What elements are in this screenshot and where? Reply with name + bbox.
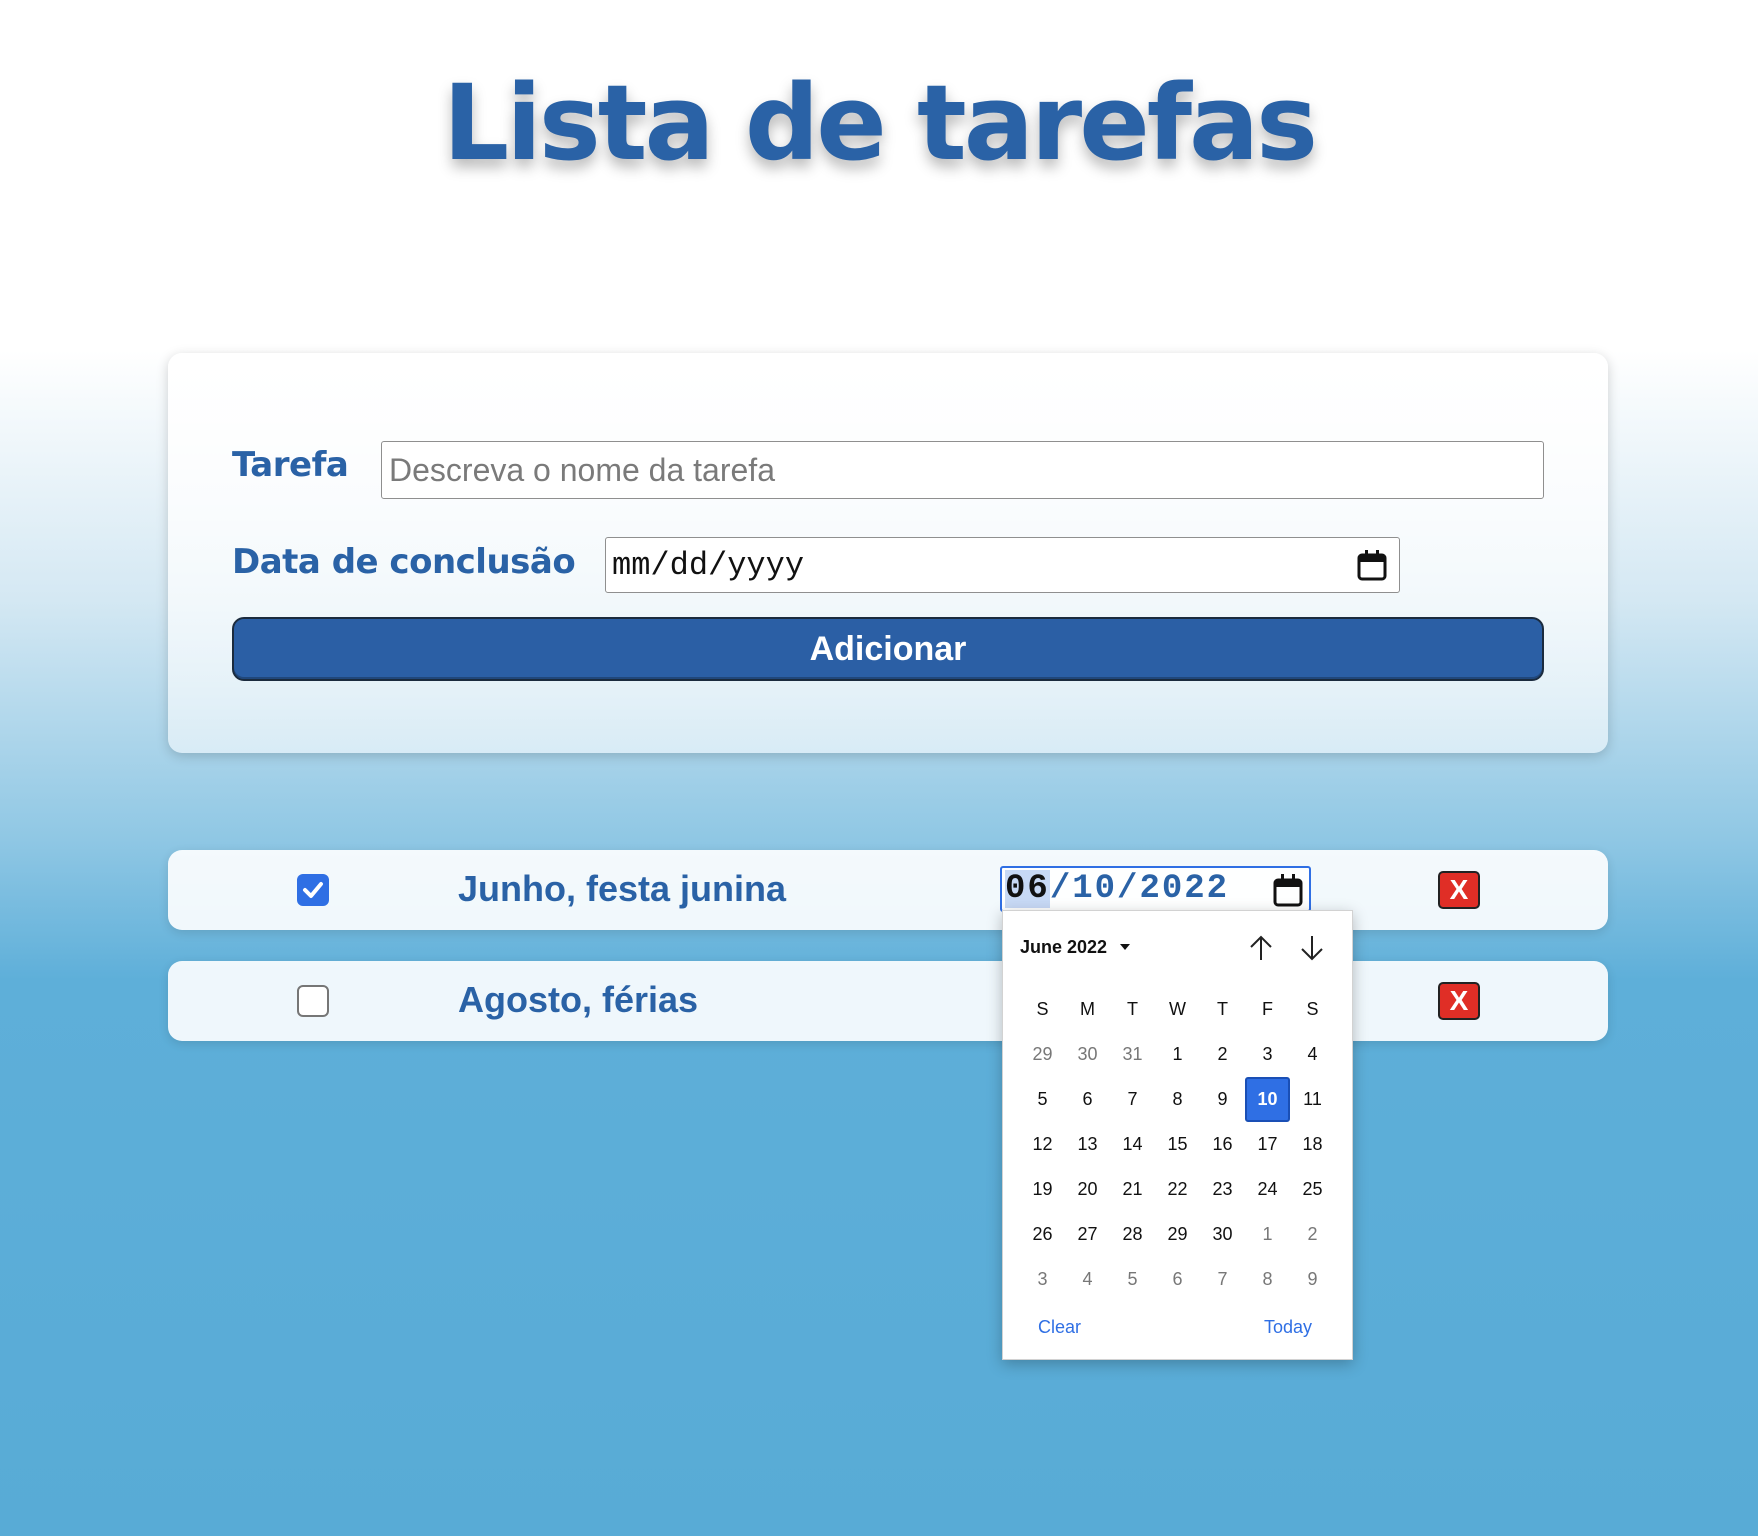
calendar-day-other-month[interactable]: 1 (1245, 1212, 1290, 1257)
calendar-icon[interactable] (1273, 873, 1303, 907)
calendar-day[interactable]: 2 (1200, 1032, 1245, 1077)
calendar-day[interactable]: 20 (1065, 1167, 1110, 1212)
calendar-day[interactable]: 8 (1155, 1077, 1200, 1122)
add-task-button[interactable]: Adicionar (232, 617, 1544, 681)
calendar-day[interactable]: 12 (1020, 1122, 1065, 1167)
calendar-day-other-month[interactable]: 9 (1290, 1257, 1335, 1302)
calendar-icon[interactable] (1357, 549, 1387, 581)
calendar-day[interactable]: 30 (1200, 1212, 1245, 1257)
calendar-day[interactable]: 19 (1020, 1167, 1065, 1212)
calendar-day[interactable]: 9 (1200, 1077, 1245, 1122)
calendar-day-other-month[interactable]: 2 (1290, 1212, 1335, 1257)
calendar-day[interactable]: 28 (1110, 1212, 1155, 1257)
check-icon (303, 882, 323, 898)
task-label: Tarefa (232, 445, 349, 485)
calendar-day-other-month[interactable]: 8 (1245, 1257, 1290, 1302)
calendar-day[interactable]: 7 (1110, 1077, 1155, 1122)
arrow-up-icon[interactable] (1246, 933, 1276, 963)
calendar-day[interactable]: 6 (1065, 1077, 1110, 1122)
weekday-header: T (1217, 999, 1228, 1019)
calendar-day[interactable]: 22 (1155, 1167, 1200, 1212)
calendar-day[interactable]: 1 (1155, 1032, 1200, 1077)
task-done-checkbox[interactable] (297, 874, 329, 906)
calendar-day[interactable]: 15 (1155, 1122, 1200, 1167)
calendar-day[interactable]: 23 (1200, 1167, 1245, 1212)
task-row: Agosto, férias X (168, 961, 1608, 1041)
calendar-day-other-month[interactable]: 7 (1200, 1257, 1245, 1302)
calendar-day[interactable]: 25 (1290, 1167, 1335, 1212)
weekday-header: W (1169, 999, 1186, 1019)
calendar-day-other-month[interactable]: 4 (1065, 1257, 1110, 1302)
delete-task-button[interactable]: X (1438, 982, 1480, 1020)
calendar-day[interactable]: 13 (1065, 1122, 1110, 1167)
date-day-segment[interactable]: 10 (1072, 870, 1117, 908)
task-date-input[interactable]: 06/10/2022 (1000, 866, 1311, 912)
weekday-header: S (1306, 999, 1319, 1019)
weekday-header: S (1036, 999, 1049, 1019)
calendar-day[interactable]: 4 (1290, 1032, 1335, 1077)
caret-down-icon[interactable] (1120, 944, 1130, 950)
date-label: Data de conclusão (232, 542, 576, 582)
task-name-input[interactable]: Descreva o nome da tarefa (381, 441, 1544, 499)
weekday-header: M (1080, 999, 1095, 1019)
calendar-day[interactable]: 16 (1200, 1122, 1245, 1167)
calendar-day[interactable]: 18 (1290, 1122, 1335, 1167)
calendar-day-other-month[interactable]: 29 (1020, 1032, 1065, 1077)
calendar-day-other-month[interactable]: 5 (1110, 1257, 1155, 1302)
page-title: Lista de tarefas (442, 62, 1318, 184)
calendar-day[interactable]: 26 (1020, 1212, 1065, 1257)
date-separator: / (1049, 870, 1073, 908)
task-done-checkbox[interactable] (297, 985, 329, 1017)
calendar-day[interactable]: 3 (1245, 1032, 1290, 1077)
clear-button[interactable]: Clear (1038, 1317, 1081, 1338)
calendar-day-other-month[interactable]: 31 (1110, 1032, 1155, 1077)
delete-task-button[interactable]: X (1438, 871, 1480, 909)
date-picker-popup: June 2022 S M T W T F S 29 30 31 1 2 3 4 5 6 7 8 9 10 11 12 13… (1002, 910, 1353, 1360)
calendar-day[interactable]: 21 (1110, 1167, 1155, 1212)
weekday-header: F (1262, 999, 1273, 1019)
calendar-day-selected[interactable]: 10 (1245, 1077, 1290, 1122)
calendar-day[interactable]: 29 (1155, 1212, 1200, 1257)
calendar-day[interactable]: 11 (1290, 1077, 1335, 1122)
date-input-placeholder: mm/dd/yyyy (612, 546, 805, 584)
calendar-day[interactable]: 17 (1245, 1122, 1290, 1167)
calendar-day[interactable]: 27 (1065, 1212, 1110, 1257)
today-button[interactable]: Today (1264, 1317, 1312, 1338)
calendar-day[interactable]: 14 (1110, 1122, 1155, 1167)
calendar-day[interactable]: 24 (1245, 1167, 1290, 1212)
task-input-placeholder: Descreva o nome da tarefa (389, 451, 775, 488)
completion-date-input[interactable]: mm/dd/yyyy (605, 537, 1400, 593)
calendar-grid: S M T W T F S 29 30 31 1 2 3 4 5 6 7 8 9 10 11 12 13 14 15 16 17 18… (1020, 987, 1335, 1302)
date-month-segment[interactable]: 06 (1005, 870, 1050, 908)
date-separator: / (1117, 870, 1140, 908)
task-name: Junho, festa junina (458, 868, 787, 909)
calendar-day-other-month[interactable]: 3 (1020, 1257, 1065, 1302)
month-year-selector[interactable]: June 2022 (1020, 937, 1107, 958)
calendar-day[interactable]: 5 (1020, 1077, 1065, 1122)
task-name: Agosto, férias (458, 979, 699, 1020)
weekday-header: T (1127, 999, 1138, 1019)
task-row: Junho, festa junina X (168, 850, 1608, 930)
calendar-day-other-month[interactable]: 6 (1155, 1257, 1200, 1302)
calendar-day-other-month[interactable]: 30 (1065, 1032, 1110, 1077)
arrow-down-icon[interactable] (1297, 933, 1327, 963)
date-year-segment[interactable]: 2022 (1139, 870, 1229, 908)
